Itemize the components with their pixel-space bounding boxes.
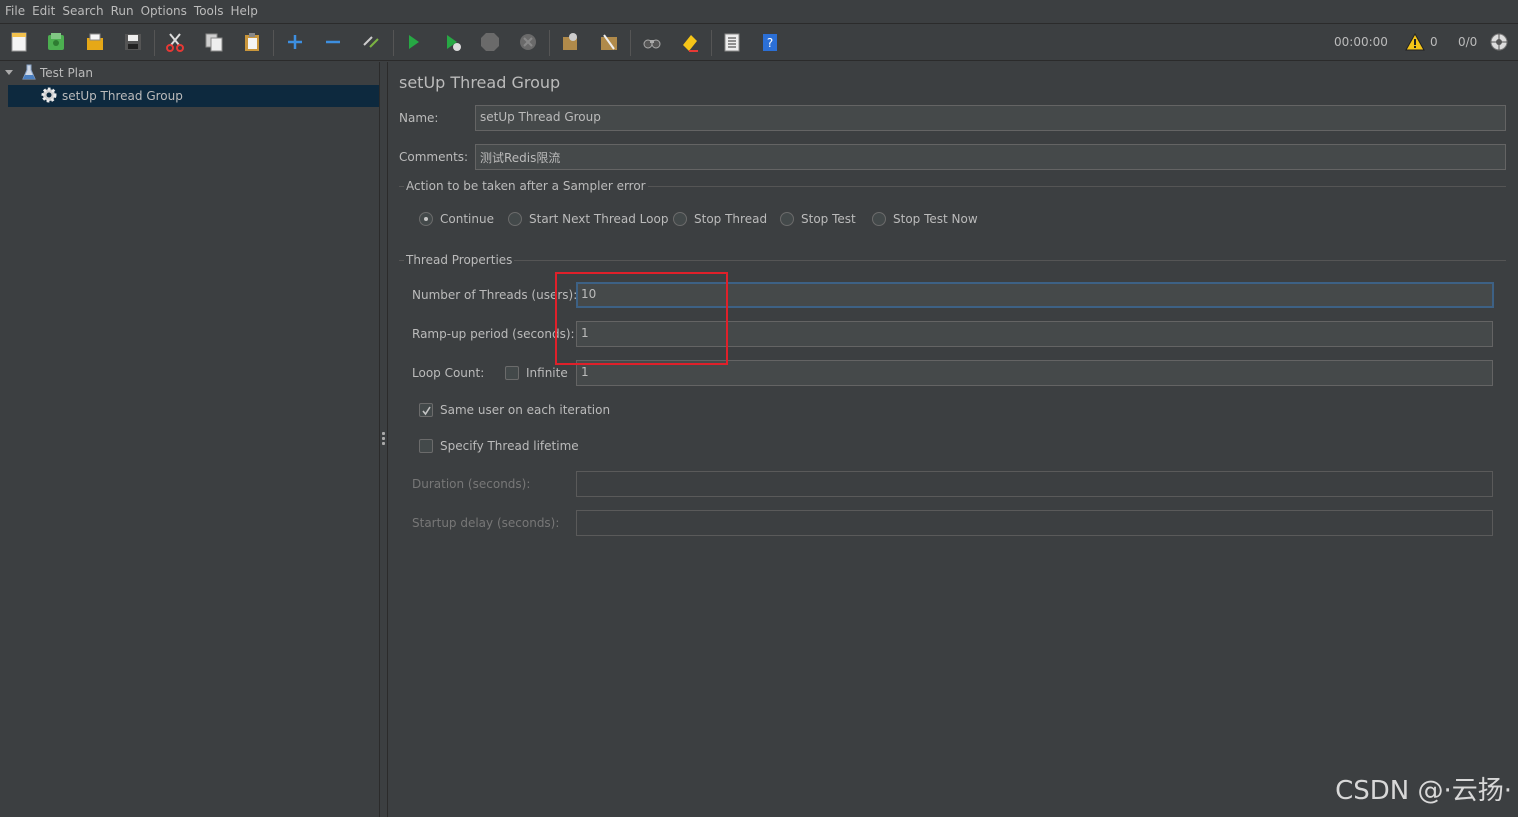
duration-field[interactable] — [576, 471, 1493, 497]
tree-label-setup-thread-group: setUp Thread Group — [62, 89, 183, 103]
tree-item-setup-thread-group[interactable]: setUp Thread Group — [8, 85, 379, 107]
startup-delay-label: Startup delay (seconds): — [412, 516, 560, 530]
test-plan-icon — [22, 64, 36, 83]
comments-field[interactable]: 测试Redis限流 — [475, 144, 1506, 170]
jmeter-window: File Edit Search Run Options Tools Help — [0, 0, 1518, 817]
collapse-icon[interactable] — [320, 29, 346, 55]
page-title: setUp Thread Group — [399, 73, 561, 92]
comments-label: Comments: — [399, 150, 469, 164]
radio-stop-test-now[interactable]: Stop Test Now — [872, 212, 978, 226]
active-threads: 0/0 — [1458, 35, 1478, 49]
warning-icon[interactable] — [1402, 29, 1428, 55]
duration-label: Duration (seconds): — [412, 477, 531, 491]
toolbar: ? 00:00:00 0 0/0 — [0, 23, 1518, 61]
radio-start-next-thread-loop[interactable]: Start Next Thread Loop — [508, 212, 668, 226]
radio-stop-test[interactable]: Stop Test — [780, 212, 856, 226]
radio-stop-thread[interactable]: Stop Thread — [673, 212, 767, 226]
annotation-highlight — [555, 272, 728, 365]
same-user-checkbox[interactable]: Same user on each iteration — [419, 403, 610, 417]
copy-icon[interactable] — [201, 29, 227, 55]
test-plan-tree: Test Plan setUp Thread Group — [0, 62, 380, 817]
elapsed-timer: 00:00:00 — [1334, 35, 1388, 49]
shutdown-icon[interactable] — [515, 29, 541, 55]
menu-file[interactable]: File — [3, 0, 30, 22]
infinite-checkbox[interactable]: Infinite — [505, 366, 568, 380]
tree-item-test-plan[interactable]: Test Plan — [0, 62, 380, 84]
sampler-error-group-title: Action to be taken after a Sampler error — [404, 179, 648, 193]
menu-edit[interactable]: Edit — [30, 0, 60, 22]
menu-tools[interactable]: Tools — [192, 0, 229, 22]
rampup-label: Ramp-up period (seconds): — [412, 327, 575, 341]
name-label: Name: — [399, 111, 439, 125]
clear-all-icon[interactable] — [596, 29, 622, 55]
expand-icon[interactable] — [282, 29, 308, 55]
menu-search[interactable]: Search — [60, 0, 108, 22]
split-pane-divider[interactable] — [380, 62, 388, 817]
reset-search-icon[interactable] — [677, 29, 703, 55]
menu-run[interactable]: Run — [109, 0, 139, 22]
remote-icon[interactable] — [1486, 29, 1512, 55]
templates-icon[interactable] — [43, 29, 69, 55]
collapse-arrow-icon[interactable] — [4, 66, 14, 80]
cut-icon[interactable] — [162, 29, 188, 55]
stop-icon[interactable] — [477, 29, 503, 55]
name-field[interactable]: setUp Thread Group — [475, 105, 1506, 131]
svg-text:?: ? — [767, 36, 773, 50]
warning-count: 0 — [1430, 35, 1438, 49]
menu-options[interactable]: Options — [139, 0, 192, 22]
menu-bar: File Edit Search Run Options Tools Help — [0, 0, 1518, 22]
thread-properties-title: Thread Properties — [404, 253, 515, 267]
thread-lifetime-checkbox[interactable]: Specify Thread lifetime — [419, 439, 579, 453]
save-icon[interactable] — [120, 29, 146, 55]
search-icon[interactable] — [639, 29, 665, 55]
thread-group-panel: setUp Thread Group Name: setUp Thread Gr… — [389, 62, 1518, 817]
watermark: CSDN @·云扬· — [1335, 776, 1512, 806]
paste-icon[interactable] — [239, 29, 265, 55]
gear-icon — [40, 86, 58, 107]
function-helper-icon[interactable] — [719, 29, 745, 55]
tree-label-test-plan: Test Plan — [40, 66, 93, 80]
help-icon[interactable]: ? — [757, 29, 783, 55]
menu-help[interactable]: Help — [228, 0, 262, 22]
open-icon[interactable] — [82, 29, 108, 55]
new-icon[interactable] — [6, 29, 32, 55]
clear-icon[interactable] — [557, 29, 583, 55]
start-no-timers-icon[interactable] — [439, 29, 465, 55]
startup-delay-field[interactable] — [576, 510, 1493, 536]
loop-count-label: Loop Count: — [412, 366, 485, 380]
start-icon[interactable] — [400, 29, 426, 55]
radio-continue[interactable]: Continue — [419, 212, 494, 226]
threads-label: Number of Threads (users): — [412, 288, 578, 302]
toggle-icon[interactable] — [358, 29, 384, 55]
